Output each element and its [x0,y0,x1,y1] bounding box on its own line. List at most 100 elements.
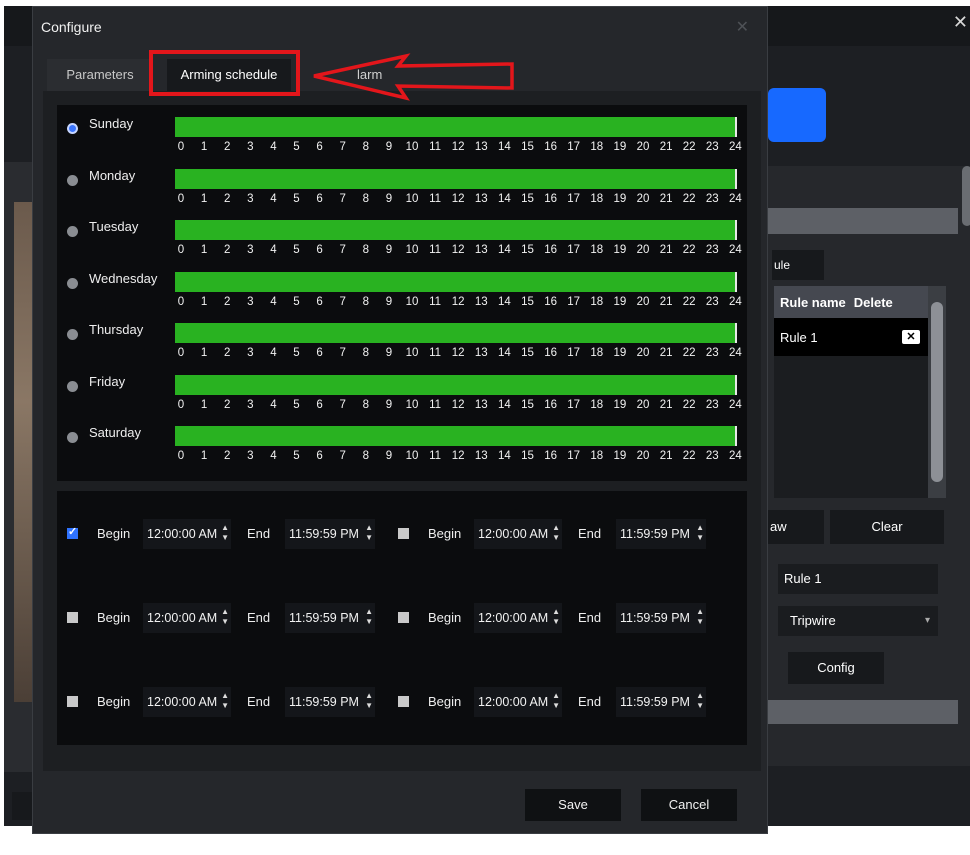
add-rule-button[interactable]: ule [772,250,824,280]
end-time-input[interactable]: 11:59:59 PM ▲ ▼ [285,519,375,549]
schedule-row: Wednesday 0 1 2 3 4 5 6 7 8 9 10 11 12 13 14 15 16 17 18 19 2… [57,266,747,314]
rule-table-row[interactable]: Rule 1 ✕ [774,318,928,356]
hour-tick-label: 14 [497,295,511,308]
armed-time-bar[interactable] [175,426,737,446]
period-enable-checkbox[interactable] [67,525,78,539]
end-time-input[interactable]: 11:59:59 PM ▲ ▼ [616,603,706,633]
rule-table-header: Rule name Delete [774,286,928,318]
rule-type-select[interactable]: Tripwire ▾ [778,606,938,636]
end-time-input[interactable]: 11:59:59 PM ▲ ▼ [285,687,375,717]
spinner-icon[interactable]: ▲ ▼ [696,607,704,627]
spinner-icon[interactable]: ▲ ▼ [552,691,560,711]
hour-tick-label: 2 [223,244,231,256]
hour-tick-label: 21 [659,141,673,153]
cancel-button[interactable]: Cancel [641,789,737,821]
spinner-icon[interactable]: ▲ ▼ [696,523,704,543]
background-close-icon[interactable]: ✕ [953,12,968,33]
hour-tick-label: 16 [544,450,557,462]
hour-tick-label: 5 [293,192,300,205]
end-time-value: 11:59:59 PM [620,611,690,625]
day-radio-button[interactable] [67,277,78,289]
begin-time-input[interactable]: 12:00:00 AM ▲ ▼ [474,519,562,549]
spinner-icon[interactable]: ▲ ▼ [221,523,229,543]
day-radio-button[interactable] [67,380,78,392]
spinner-icon[interactable]: ▲ ▼ [552,523,560,543]
spinner-icon[interactable]: ▲ ▼ [365,691,373,711]
hour-tick-label: 8 [362,244,369,256]
hour-tick-label: 8 [362,398,369,411]
begin-time-input[interactable]: 12:00:00 AM ▲ ▼ [143,603,231,633]
draw-button[interactable]: aw [768,510,824,544]
rule-name-input[interactable]: Rule 1 [778,564,938,594]
background-button[interactable] [12,792,34,820]
hour-tick-label: 20 [636,244,650,256]
time-period: Begin12:00:00 AM▲▼End11:59:59 PM▲▼ [388,687,718,717]
tab-parameters[interactable]: Parameters [47,59,153,91]
hour-tick-label: 3 [247,192,254,205]
delete-rule-icon[interactable]: ✕ [902,330,920,344]
armed-time-bar[interactable] [175,220,737,240]
begin-time-input[interactable]: 12:00:00 AM ▲ ▼ [143,519,231,549]
spinner-icon[interactable]: ▲ ▼ [365,523,373,543]
armed-time-bar[interactable] [175,323,737,343]
spinner-icon[interactable]: ▲ ▼ [696,691,704,711]
hour-tick-label: 8 [362,295,369,308]
hour-tick-label: 0 [177,192,185,205]
hour-tick-label: 9 [385,295,393,308]
end-time-input[interactable]: 11:59:59 PM ▲ ▼ [285,603,375,633]
arming-schedule-panel: Sunday 0 1 2 3 4 5 6 7 8 9 10 11 12 13 14 15 16 17 18 19 20 21… [43,91,761,771]
hour-tick-label: 19 [613,244,627,256]
hour-tick-label: 10 [405,398,419,411]
hour-tick-label: 5 [293,450,300,462]
end-label: End [578,526,602,541]
begin-time-input[interactable]: 12:00:00 AM ▲ ▼ [474,603,562,633]
spinner-icon[interactable]: ▲ ▼ [365,607,373,627]
begin-time-input[interactable]: 12:00:00 AM ▲ ▼ [143,687,231,717]
hour-tick-label: 14 [497,450,511,462]
hour-tick-label: 9 [385,347,393,359]
day-radio-button[interactable] [67,174,78,186]
armed-time-bar[interactable] [175,168,737,189]
hour-tick-label: 9 [385,141,393,153]
spinner-icon[interactable]: ▲ ▼ [552,607,560,627]
end-time-input[interactable]: 11:59:59 PM ▲ ▼ [616,687,706,717]
hour-tick-label: 20 [636,347,650,359]
hour-tick-label: 7 [339,398,346,411]
schedule-row: Saturday 0 1 2 3 4 5 6 7 8 9 10 11 12 13 14 15 16 17 18 19 20… [57,420,747,468]
period-enable-checkbox[interactable] [398,612,409,623]
config-button[interactable]: Config [788,652,884,684]
dialog-close-icon[interactable]: ✕ [736,17,749,37]
hour-tick-label: 14 [497,141,511,153]
hour-tick-label: 17 [567,244,581,256]
hour-tick-label: 5 [293,347,300,359]
begin-time-input[interactable]: 12:00:00 AM ▲ ▼ [474,687,562,717]
armed-time-bar[interactable] [175,271,737,292]
day-radio-button[interactable] [67,226,78,237]
save-button[interactable]: Save [525,789,621,821]
armed-time-bar[interactable] [175,117,737,137]
rule-table-scrollbar[interactable] [928,286,946,498]
armed-time-bar[interactable] [175,374,737,395]
period-enable-checkbox[interactable] [67,612,78,623]
period-enable-checkbox[interactable] [67,696,78,707]
period-enable-checkbox[interactable] [398,528,409,539]
period-enable-checkbox[interactable] [398,696,409,707]
hour-tick-label: 2 [223,295,231,308]
background-scrollbar[interactable] [962,166,970,226]
hour-tick-label: 14 [497,398,511,411]
day-radio-button[interactable] [67,432,78,443]
clear-button[interactable]: Clear [830,510,944,544]
hour-tick-label: 0 [177,347,185,359]
day-radio-button[interactable] [67,329,78,340]
spinner-icon[interactable]: ▲ ▼ [221,691,229,711]
hour-tick-label: 9 [385,192,393,205]
background-blue-button[interactable] [768,88,826,142]
scrollbar-thumb[interactable] [931,302,943,482]
hour-tick-label: 22 [682,347,696,359]
hour-tick-label: 8 [362,141,369,153]
hour-tick-label: 10 [405,244,419,256]
spinner-icon[interactable]: ▲ ▼ [221,607,229,627]
hour-tick-label: 21 [659,347,673,359]
day-radio-button[interactable] [67,123,78,134]
end-time-input[interactable]: 11:59:59 PM ▲ ▼ [616,519,706,549]
